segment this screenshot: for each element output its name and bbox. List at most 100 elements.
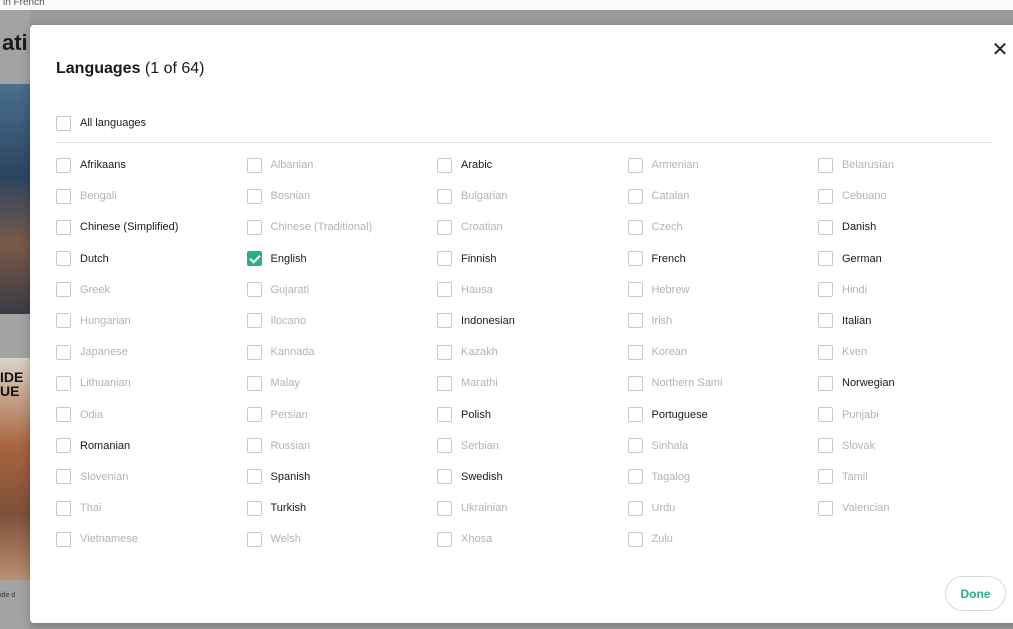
language-checkbox[interactable] <box>56 500 71 516</box>
language-option-russian[interactable]: Russian <box>246 437 438 455</box>
language-option-hebrew[interactable]: Hebrew <box>627 281 819 299</box>
language-checkbox[interactable] <box>56 219 71 235</box>
language-checkbox[interactable] <box>627 407 643 422</box>
language-checkbox[interactable] <box>627 313 643 329</box>
language-option-italian[interactable]: Italian <box>818 312 1009 330</box>
language-option-bengali[interactable]: Bengali <box>56 187 247 205</box>
language-checkbox[interactable] <box>627 344 643 360</box>
language-option-marathi[interactable]: Marathi <box>437 374 628 392</box>
language-option-belarusian[interactable]: Belarusian <box>818 156 1009 174</box>
language-checkbox[interactable] <box>627 251 643 267</box>
language-checkbox[interactable] <box>56 438 71 454</box>
language-option-tagalog[interactable]: Tagalog <box>627 468 819 486</box>
language-option-persian[interactable]: Persian <box>246 406 438 424</box>
language-option-tamil[interactable]: Tamil <box>818 468 1009 486</box>
language-checkbox[interactable] <box>437 438 452 454</box>
language-option-slovenian[interactable]: Slovenian <box>56 468 247 486</box>
language-checkbox[interactable] <box>246 438 262 454</box>
language-option-slovak[interactable]: Slovak <box>818 437 1009 455</box>
language-option-odia[interactable]: Odia <box>56 406 247 424</box>
language-option-albanian[interactable]: Albanian <box>246 156 438 174</box>
language-option-korean[interactable]: Korean <box>627 343 819 361</box>
language-checkbox[interactable] <box>56 407 71 422</box>
language-option-punjabi[interactable]: Punjabi <box>818 406 1009 424</box>
language-checkbox[interactable] <box>56 157 71 173</box>
language-option-chinese-traditional[interactable]: Chinese (Traditional) <box>246 218 438 236</box>
language-option-gujarati[interactable]: Gujarati <box>246 281 438 299</box>
language-option-polish[interactable]: Polish <box>437 406 628 424</box>
language-option-finnish[interactable]: Finnish <box>437 250 628 268</box>
language-checkbox[interactable] <box>818 438 833 454</box>
language-checkbox[interactable] <box>56 375 71 391</box>
language-option-serbian[interactable]: Serbian <box>437 437 628 455</box>
language-option-bosnian[interactable]: Bosnian <box>246 187 438 205</box>
language-option-malay[interactable]: Malay <box>246 374 438 392</box>
language-checkbox[interactable] <box>437 407 452 422</box>
language-checkbox[interactable] <box>437 188 452 204</box>
language-checkbox[interactable] <box>246 313 262 329</box>
language-checkbox[interactable] <box>56 313 71 329</box>
language-option-japanese[interactable]: Japanese <box>56 343 247 361</box>
language-checkbox[interactable] <box>818 469 833 485</box>
language-option-cebuano[interactable]: Cebuano <box>818 187 1009 205</box>
language-checkbox[interactable] <box>437 375 452 391</box>
language-option-hindi[interactable]: Hindi <box>818 281 1009 299</box>
language-option-irish[interactable]: Irish <box>627 312 819 330</box>
language-option-zulu[interactable]: Zulu <box>627 530 819 548</box>
language-option-greek[interactable]: Greek <box>56 281 247 299</box>
language-option-bulgarian[interactable]: Bulgarian <box>437 187 628 205</box>
language-option-swedish[interactable]: Swedish <box>437 468 628 486</box>
language-option-arabic[interactable]: Arabic <box>437 156 628 174</box>
language-option-sinhala[interactable]: Sinhala <box>627 437 819 455</box>
language-option-french[interactable]: French <box>627 250 819 268</box>
language-option-indonesian[interactable]: Indonesian <box>437 312 628 330</box>
language-checkbox[interactable] <box>437 282 452 298</box>
language-checkbox[interactable] <box>246 157 262 173</box>
language-option-lithuanian[interactable]: Lithuanian <box>56 374 247 392</box>
language-checkbox[interactable] <box>627 157 643 173</box>
language-checkbox[interactable] <box>627 188 643 204</box>
language-checkbox[interactable] <box>818 313 833 329</box>
language-checkbox[interactable] <box>818 500 833 516</box>
language-option-kazakh[interactable]: Kazakh <box>437 343 628 361</box>
language-option-croatian[interactable]: Croatian <box>437 218 628 236</box>
language-option-dutch[interactable]: Dutch <box>56 250 247 268</box>
language-checkbox[interactable] <box>246 251 262 267</box>
language-checkbox[interactable] <box>627 500 643 516</box>
language-checkbox[interactable] <box>818 407 833 422</box>
language-option-ukrainian[interactable]: Ukrainian <box>437 499 628 517</box>
all-languages-option[interactable]: All languages <box>56 114 146 132</box>
language-option-northern-sami[interactable]: Northern Sami <box>627 374 819 392</box>
language-checkbox[interactable] <box>818 344 833 360</box>
language-option-valencian[interactable]: Valencian <box>818 499 1009 517</box>
language-option-afrikaans[interactable]: Afrikaans <box>56 156 247 174</box>
language-option-hausa[interactable]: Hausa <box>437 281 628 299</box>
language-checkbox[interactable] <box>437 500 452 516</box>
language-checkbox[interactable] <box>818 251 833 267</box>
language-option-armenian[interactable]: Armenian <box>627 156 819 174</box>
language-option-spanish[interactable]: Spanish <box>246 468 438 486</box>
language-option-kven[interactable]: Kven <box>818 343 1009 361</box>
language-option-german[interactable]: German <box>818 250 1009 268</box>
language-checkbox[interactable] <box>56 188 71 204</box>
language-option-urdu[interactable]: Urdu <box>627 499 819 517</box>
language-checkbox[interactable] <box>437 219 452 235</box>
language-checkbox[interactable] <box>246 500 262 516</box>
language-checkbox[interactable] <box>627 438 643 454</box>
language-checkbox[interactable] <box>437 469 452 485</box>
language-checkbox[interactable] <box>246 531 262 547</box>
language-option-xhosa[interactable]: Xhosa <box>437 530 628 548</box>
language-option-catalan[interactable]: Catalan <box>627 187 819 205</box>
language-checkbox[interactable] <box>818 188 833 204</box>
language-option-chinese-simplified[interactable]: Chinese (Simplified) <box>56 218 247 236</box>
language-checkbox[interactable] <box>818 282 833 298</box>
language-option-danish[interactable]: Danish <box>818 218 1009 236</box>
language-option-vietnamese[interactable]: Vietnamese <box>56 530 247 548</box>
language-option-thai[interactable]: Thai <box>56 499 247 517</box>
language-checkbox[interactable] <box>56 469 71 485</box>
language-checkbox[interactable] <box>437 344 452 360</box>
language-checkbox[interactable] <box>437 531 452 547</box>
language-checkbox[interactable] <box>246 375 262 391</box>
done-button[interactable]: Done <box>945 576 1006 611</box>
language-option-romanian[interactable]: Romanian <box>56 437 247 455</box>
